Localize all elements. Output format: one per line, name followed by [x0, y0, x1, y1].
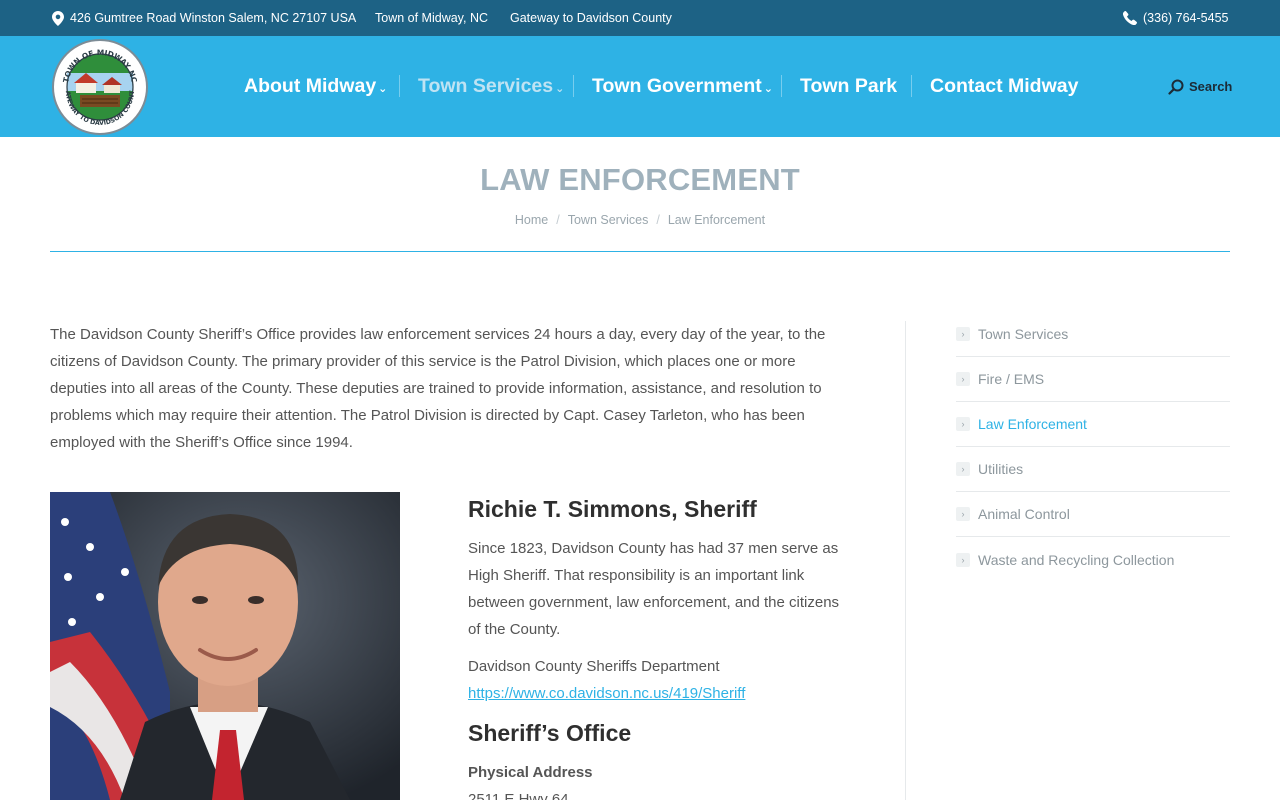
- sidebar-item-town-services[interactable]: › Town Services: [956, 312, 1230, 357]
- top-bar: 426 Gumtree Road Winston Salem, NC 27107…: [0, 0, 1280, 36]
- address-info: 426 Gumtree Road Winston Salem, NC 27107…: [52, 0, 356, 36]
- sidebar-item-utilities[interactable]: › Utilities: [956, 447, 1230, 492]
- sidebar-item-waste-recycling[interactable]: › Waste and Recycling Collection: [956, 537, 1230, 582]
- chevron-right-icon: ›: [956, 372, 970, 386]
- sidebar-item-law-enforcement[interactable]: › Law Enforcement: [956, 402, 1230, 447]
- physical-address-line: 2511 E Hwy 64: [468, 791, 569, 800]
- intro-paragraph: The Davidson County Sheriff’s Office pro…: [50, 326, 826, 451]
- sheriff-portrait-image: [50, 492, 400, 800]
- chevron-right-icon: ›: [956, 417, 970, 431]
- town-name: Town of Midway, NC: [375, 11, 488, 25]
- sheriff-photo: [50, 492, 400, 800]
- search-button[interactable]: Search: [1168, 36, 1232, 137]
- search-icon: [1168, 79, 1184, 95]
- chevron-right-icon: ›: [956, 507, 970, 521]
- office-heading: Sheriff’s Office: [468, 720, 632, 746]
- chevron-right-icon: ›: [956, 327, 970, 341]
- nav-item-town-services[interactable]: Town Services ⌄: [418, 36, 564, 137]
- nav-item-contact-midway[interactable]: Contact Midway: [930, 36, 1078, 137]
- main-nav: About Midway ⌄ Town Services ⌄ Town Govern…: [0, 36, 1280, 137]
- chevron-right-icon: ›: [956, 552, 970, 567]
- sidebar-item-fire-ems[interactable]: › Fire / EMS: [956, 357, 1230, 402]
- chevron-down-icon: ⌄: [763, 82, 773, 95]
- physical-address-label: Physical Address: [468, 764, 593, 781]
- chevron-right-icon: ›: [956, 462, 970, 476]
- map-pin-icon: [52, 10, 64, 26]
- nav-item-town-park[interactable]: Town Park: [800, 36, 897, 137]
- breadcrumb-town-services[interactable]: Town Services: [568, 213, 649, 227]
- phone-text: (336) 764-5455: [1143, 11, 1229, 25]
- nav-divider: [399, 75, 400, 97]
- sheriff-website-link[interactable]: https://www.co.davidson.nc.us/419/Sherif…: [468, 685, 745, 702]
- sheriff-heading: Richie T. Simmons, Sheriff: [468, 496, 757, 522]
- tagline: Gateway to Davidson County: [510, 11, 672, 25]
- sidebar-divider: [905, 321, 906, 800]
- search-label: Search: [1189, 79, 1233, 94]
- sidebar-menu: › Town Services › Fire / EMS › Law Enfor…: [956, 312, 1230, 582]
- breadcrumb: Home / Town Services / Law Enforcement: [514, 213, 766, 227]
- chevron-down-icon: ⌄: [555, 82, 565, 95]
- nav-divider: [781, 75, 782, 97]
- nav-item-about-midway[interactable]: About Midway ⌄: [244, 36, 387, 137]
- address-text: 426 Gumtree Road Winston Salem, NC 27107…: [70, 11, 357, 25]
- phone-icon: [1123, 11, 1137, 25]
- sheriff-info: Richie T. Simmons, Sheriff Since 1823, D…: [468, 492, 853, 800]
- sidebar-item-animal-control[interactable]: › Animal Control: [956, 492, 1230, 537]
- breadcrumb-current: Law Enforcement: [667, 213, 766, 227]
- main-header: TOWN OF MIDWAY NC GATEWAY TO DAVIDSON CO…: [0, 34, 1280, 137]
- nav-item-town-government[interactable]: Town Government ⌄: [592, 36, 773, 137]
- title-divider: [50, 251, 1230, 252]
- page-title: LAW ENFORCEMENT: [480, 162, 800, 197]
- nav-divider: [573, 75, 574, 97]
- phone-link[interactable]: (336) 764-5455: [1123, 0, 1228, 36]
- nav-divider: [911, 75, 912, 97]
- department-name: Davidson County Sheriffs Department: [468, 658, 720, 675]
- sheriff-description: Since 1823, Davidson County has had 37 m…: [468, 540, 840, 638]
- breadcrumb-home[interactable]: Home: [515, 213, 548, 227]
- chevron-down-icon: ⌄: [378, 82, 388, 95]
